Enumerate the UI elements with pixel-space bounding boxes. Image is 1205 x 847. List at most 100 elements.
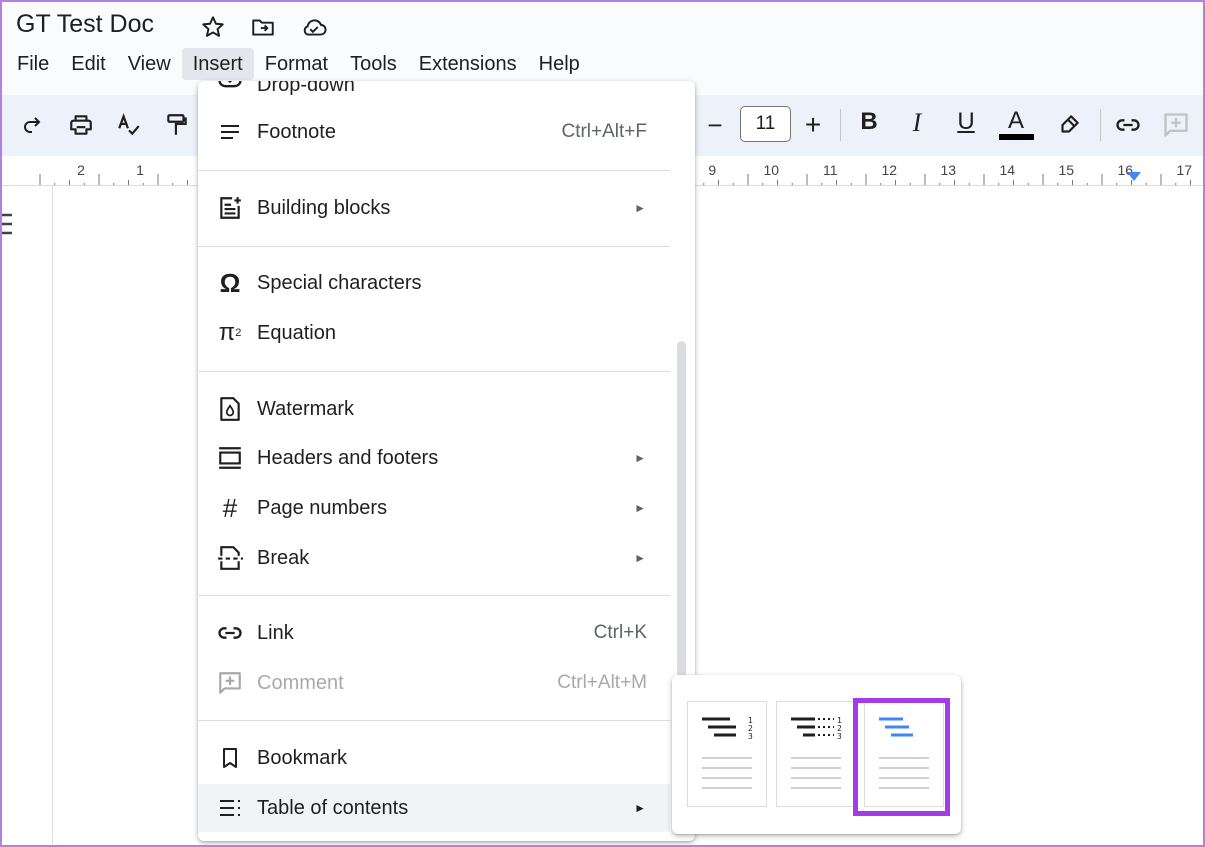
toc-option-plain-text[interactable]: 1 2 3 — [687, 701, 767, 807]
menu-extensions[interactable]: Extensions — [408, 48, 528, 80]
minus-label: − — [707, 109, 723, 140]
menu-bar: File Edit View Insert Format Tools Exten… — [6, 48, 591, 80]
submenu-arrow-icon: ► — [634, 201, 646, 215]
toc-option-dotted-numbers[interactable]: 1 2 3 — [776, 701, 856, 807]
spellcheck-icon[interactable] — [115, 111, 143, 139]
menu-item-label: Link — [257, 621, 294, 644]
highlight-pen-icon[interactable] — [1055, 111, 1083, 139]
submenu-arrow-icon: ► — [634, 501, 646, 515]
menu-item-label: Watermark — [257, 397, 355, 420]
hash-icon: # — [222, 492, 238, 523]
italic-button[interactable]: I — [902, 108, 932, 138]
link-icon — [216, 619, 244, 647]
ruler-label: 14 — [1000, 162, 1016, 178]
plus-label: + — [804, 109, 822, 140]
toc-option-blue-links[interactable] — [864, 701, 944, 807]
toc-number: 3 — [837, 732, 842, 741]
ruler-label: 11 — [823, 162, 838, 178]
font-size-input[interactable]: 11 — [740, 106, 791, 142]
insert-link-icon[interactable] — [1114, 111, 1142, 139]
menu-item-headers-and-footers[interactable]: Headers and footers ► — [198, 434, 670, 482]
ruler-label: 12 — [882, 162, 898, 178]
document-outline-icon[interactable] — [0, 212, 14, 241]
menu-insert[interactable]: Insert — [181, 48, 254, 80]
decrease-font-size-button[interactable]: − — [701, 109, 729, 140]
underline-button[interactable]: U — [951, 108, 981, 136]
menu-item-label: Building blocks — [257, 196, 391, 219]
menu-item-label: Drop-down — [257, 81, 355, 96]
building-blocks-icon — [216, 194, 244, 222]
menu-file[interactable]: File — [6, 48, 60, 80]
menu-item-page-numbers[interactable]: # Page numbers ► — [198, 484, 670, 532]
text-color-button[interactable]: A — [1001, 107, 1031, 135]
menu-separator — [198, 371, 670, 372]
menu-scrollbar[interactable] — [677, 341, 686, 686]
menu-format[interactable]: Format — [254, 48, 339, 80]
redo-icon[interactable] — [19, 111, 47, 139]
menu-separator — [198, 246, 670, 247]
menu-item-building-blocks[interactable]: Building blocks ► — [198, 184, 670, 232]
menu-item-watermark[interactable]: Watermark — [198, 385, 670, 433]
menu-item-footnote[interactable]: Footnote Ctrl+Alt+F — [198, 108, 670, 156]
menu-item-shortcut: Ctrl+K — [593, 622, 647, 643]
menu-item-shortcut: Ctrl+Alt+F — [561, 121, 647, 142]
document-title[interactable]: GT Test Doc — [16, 10, 154, 39]
menu-item-dropdown[interactable]: Drop-down — [198, 81, 670, 109]
headers-footers-icon — [216, 444, 244, 472]
menu-item-label: Footnote — [257, 120, 336, 143]
pi-icon: π2 — [218, 319, 242, 346]
menu-tools[interactable]: Tools — [339, 48, 408, 80]
menu-separator — [198, 720, 670, 721]
menu-separator — [198, 170, 670, 171]
add-comment-icon[interactable] — [1162, 111, 1190, 139]
omega-icon: Ω — [219, 267, 241, 298]
page-edge — [52, 186, 53, 847]
menu-edit[interactable]: Edit — [60, 48, 116, 80]
menu-item-label: Headers and footers — [257, 446, 439, 469]
footnote-icon — [216, 118, 244, 146]
ruler-label: 9 — [708, 162, 716, 178]
menu-item-label: Comment — [257, 671, 344, 694]
ruler-label: 13 — [941, 162, 957, 178]
bold-button[interactable]: B — [854, 108, 884, 136]
ruler-label: 15 — [1059, 162, 1075, 178]
submenu-arrow-icon: ► — [634, 551, 646, 565]
text-color-swatch — [999, 134, 1034, 140]
print-icon[interactable] — [67, 111, 95, 139]
submenu-arrow-icon: ► — [634, 801, 646, 815]
menu-item-bookmark[interactable]: Bookmark — [198, 734, 670, 782]
move-folder-icon[interactable] — [250, 14, 276, 40]
ruler-label: 17 — [1177, 162, 1193, 178]
insert-dropdown-menu: Drop-down Footnote Ctrl+Alt+F Building b… — [198, 81, 695, 841]
menu-item-link[interactable]: Link Ctrl+K — [198, 609, 670, 657]
table-of-contents-submenu: 1 2 3 1 2 3 — [672, 675, 961, 834]
menu-item-label: Page numbers — [257, 496, 388, 519]
ruler-label: 10 — [764, 162, 780, 178]
ruler-label: 2 — [77, 162, 85, 178]
toolbar-separator — [840, 109, 841, 141]
menu-item-label: Special characters — [257, 271, 422, 294]
paint-format-icon[interactable] — [163, 111, 191, 139]
menu-separator — [198, 595, 670, 596]
increase-font-size-button[interactable]: + — [799, 109, 827, 140]
bookmark-icon — [216, 744, 244, 772]
comment-icon — [216, 669, 244, 697]
menu-help[interactable]: Help — [528, 48, 591, 80]
cloud-saved-icon[interactable] — [300, 14, 327, 40]
break-icon — [216, 544, 244, 572]
menu-item-comment[interactable]: Comment Ctrl+Alt+M — [198, 659, 670, 707]
menu-item-equation[interactable]: π2 Equation — [198, 309, 670, 357]
menu-item-table-of-contents[interactable]: Table of contents ► — [198, 784, 670, 832]
star-icon[interactable] — [200, 14, 226, 40]
toc-number: 3 — [748, 732, 753, 741]
toc-icon — [216, 794, 244, 822]
menu-item-break[interactable]: Break ► — [198, 534, 670, 582]
submenu-arrow-icon: ► — [634, 451, 646, 465]
menu-item-special-characters[interactable]: Ω Special characters — [198, 259, 670, 307]
menu-item-label: Break — [257, 546, 310, 569]
watermark-icon — [216, 395, 244, 423]
menu-item-label: Equation — [257, 321, 336, 344]
ruler-label: 1 — [136, 162, 144, 178]
menu-item-label: Table of contents — [257, 796, 409, 819]
menu-view[interactable]: View — [117, 48, 182, 80]
